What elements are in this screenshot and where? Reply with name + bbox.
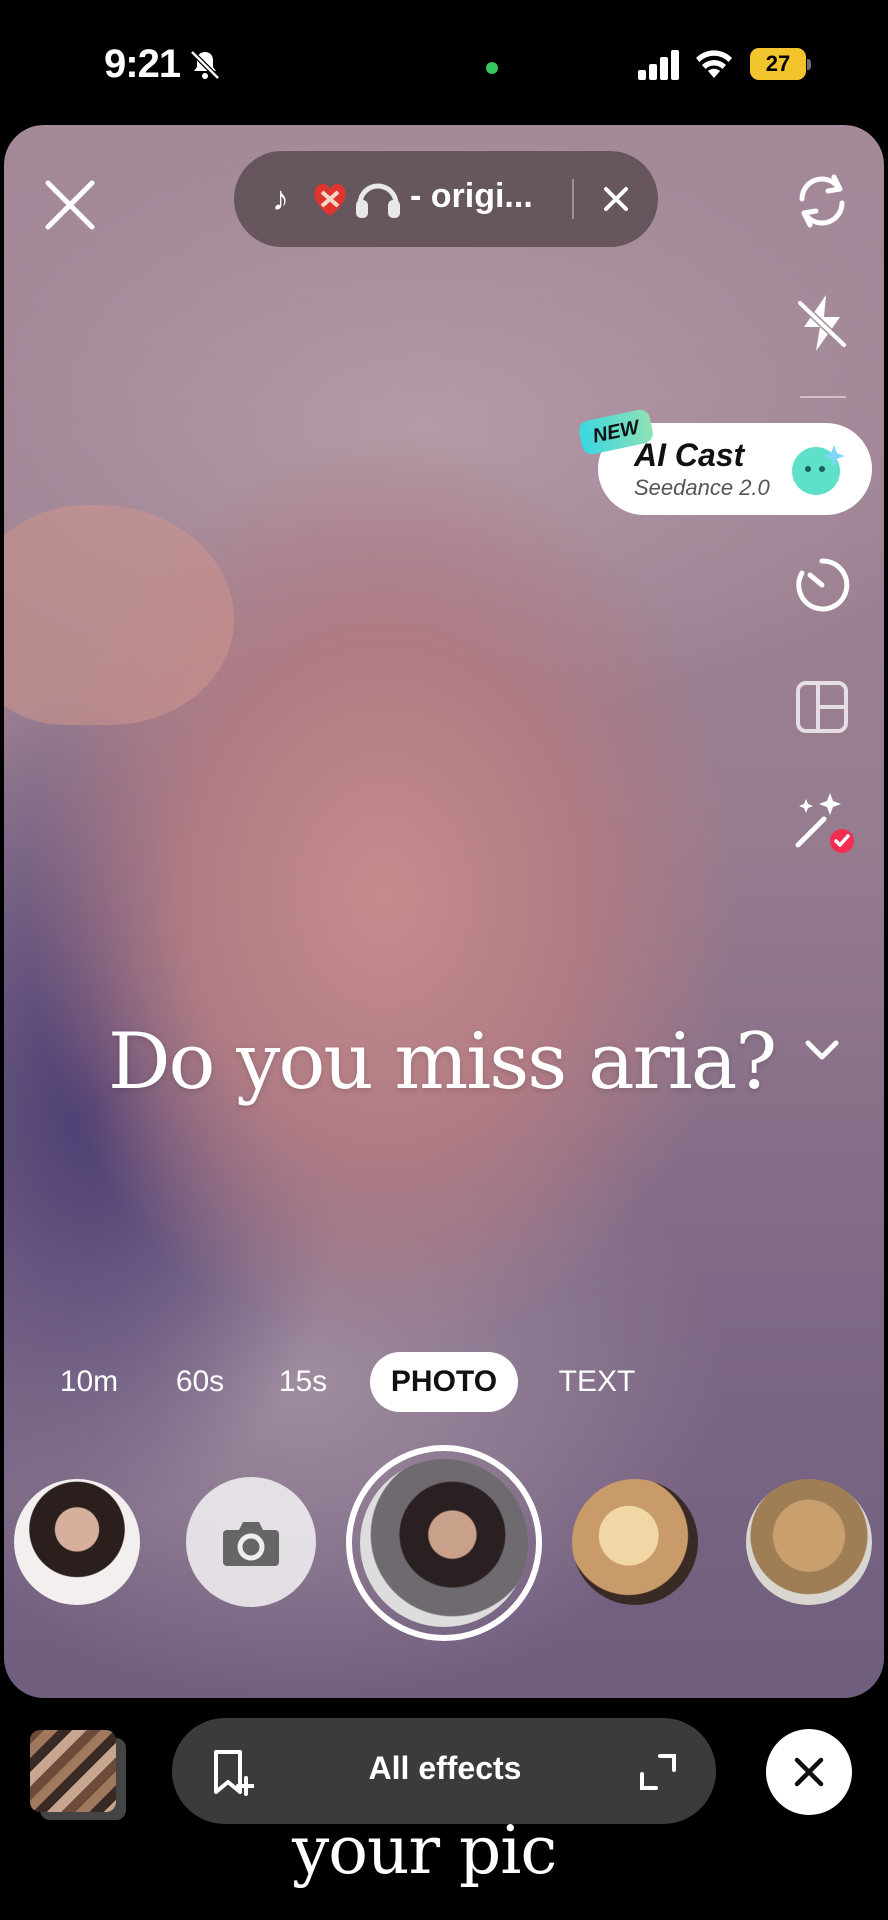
preview-image-detail [4,505,234,725]
all-effects-label: All effects [368,1750,522,1786]
mode-tab-60s[interactable]: 60s [160,1352,240,1412]
gallery-thumbnail[interactable] [30,1730,116,1812]
text-overlay-caption[interactable]: Do you miss aria? [108,1017,777,1107]
ai-cast-subtitle: Seedance 2.0 [634,475,770,500]
ai-cast-title: AI Cast [634,437,745,473]
camera-icon [223,1522,279,1566]
bottom-caption: your pic [292,1812,557,1889]
mode-tab-photo[interactable]: PHOTO [370,1352,518,1412]
enhance-icon[interactable] [790,789,854,853]
effect-thumb-4[interactable] [746,1479,872,1605]
ai-cast-icon [792,445,845,495]
close-icon[interactable] [42,177,98,233]
effect-thumb-3[interactable] [572,1479,698,1605]
side-tools-divider [800,396,846,398]
battery-level: 27 [750,48,806,80]
effect-thumb-1[interactable] [14,1479,140,1605]
music-note-icon: ♪ [272,180,289,218]
mode-tab-10m[interactable]: 10m [44,1352,134,1412]
chevron-down-icon[interactable] [802,1031,842,1071]
layout-icon[interactable] [790,675,854,739]
camera-indicator-dot [486,62,498,74]
status-bar: 9:21 27 [0,0,888,125]
camera-preview[interactable]: ♪ - origi... NEW AI Cast Seedance 2.0 Do… [4,125,884,1698]
sound-title: - origi... [410,177,533,215]
capture-button-preview [360,1459,528,1627]
bookmark-add-icon[interactable] [210,1748,254,1796]
sound-divider [572,179,574,219]
battery-tip [807,59,811,70]
sound-remove-icon[interactable] [596,179,636,219]
flash-off-icon[interactable] [790,291,854,355]
timer-icon[interactable] [790,553,854,617]
sound-emoji-icons [314,183,400,218]
sound-selector[interactable]: ♪ - origi... [234,151,658,247]
flip-camera-icon[interactable] [790,169,854,233]
status-time: 9:21 [104,42,181,86]
wifi-icon [696,50,732,78]
mode-tab-text[interactable]: TEXT [550,1352,644,1412]
cellular-signal-icon [638,50,679,80]
bell-slash-icon [190,50,220,80]
expand-icon[interactable] [638,1752,678,1792]
close-icon [794,1757,824,1787]
battery-indicator: 27 [750,48,812,80]
mode-tab-15s[interactable]: 15s [268,1352,338,1412]
